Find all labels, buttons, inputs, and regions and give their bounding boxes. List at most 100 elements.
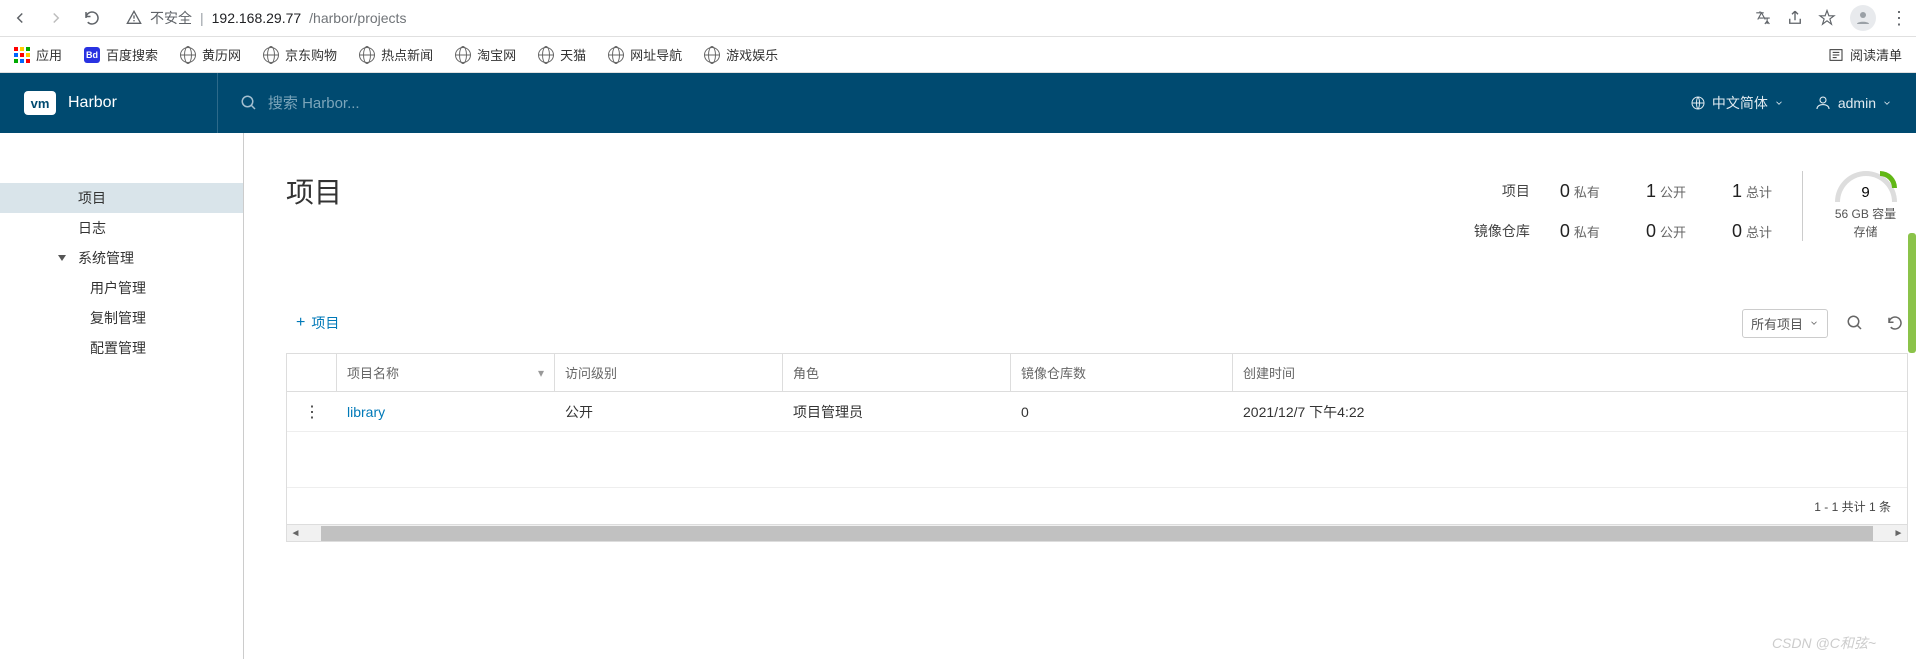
sidebar-item-system-management[interactable]: 系统管理 xyxy=(0,243,243,273)
globe-icon xyxy=(359,47,375,63)
browser-toolbar: 不安全 | 192.168.29.77/harbor/projects ⋮ xyxy=(0,0,1916,37)
sidebar-item-user-management[interactable]: 用户管理 xyxy=(0,273,243,303)
plus-icon: + xyxy=(296,314,305,332)
vmware-logo: vm xyxy=(24,91,56,115)
apps-label: 应用 xyxy=(36,45,62,64)
proj-private-count: 0 xyxy=(1560,181,1570,202)
cell-access: 公开 xyxy=(555,392,783,431)
chevron-down-icon xyxy=(1774,98,1784,108)
globe-icon xyxy=(455,47,471,63)
col-actions xyxy=(287,354,337,391)
user-menu[interactable]: admin xyxy=(1814,94,1892,112)
url-host: 192.168.29.77 xyxy=(212,10,302,26)
bookmark-jd[interactable]: 京东购物 xyxy=(263,45,337,64)
globe-icon xyxy=(180,47,196,63)
global-search[interactable] xyxy=(217,73,568,133)
watermark: CSDN @C和弦~ xyxy=(1772,633,1876,653)
sidebar-item-configuration[interactable]: 配置管理 xyxy=(0,333,243,363)
reading-list-icon xyxy=(1828,47,1844,63)
cell-created: 2021/12/7 下午4:22 xyxy=(1233,392,1907,431)
main-content: 项目 项目 镜像仓库 0私有 0私有 1公开 0公开 1总计 0总计 xyxy=(244,133,1916,659)
chevron-down-icon xyxy=(1809,318,1819,328)
sidebar-item-logs[interactable]: 日志 xyxy=(0,213,243,243)
chevron-down-icon xyxy=(1882,98,1892,108)
forward-button[interactable] xyxy=(44,6,68,30)
kebab-menu-icon[interactable]: ⋮ xyxy=(1890,8,1908,29)
bookmark-star-icon[interactable] xyxy=(1818,9,1836,27)
scroll-right-icon[interactable]: ► xyxy=(1890,525,1907,542)
table-header: 项目名称▾ 访问级别 角色 镜像仓库数 创建时间 xyxy=(287,354,1907,392)
repo-public-count: 0 xyxy=(1646,221,1656,242)
col-created[interactable]: 创建时间 xyxy=(1233,354,1907,391)
bookmark-tmall[interactable]: 天猫 xyxy=(538,45,586,64)
search-icon xyxy=(240,94,258,112)
projects-table: 项目名称▾ 访问级别 角色 镜像仓库数 创建时间 ⋮ library 公开 项目… xyxy=(286,353,1908,525)
refresh-icon-button[interactable] xyxy=(1882,310,1908,336)
bookmark-games[interactable]: 游戏娱乐 xyxy=(704,45,778,64)
globe-icon xyxy=(608,47,624,63)
app-header: vm Harbor 中文简体 admin xyxy=(0,73,1916,133)
stats-row-project-label: 项目 xyxy=(1474,171,1530,211)
scroll-thumb[interactable] xyxy=(1908,233,1916,353)
language-selector[interactable]: 中文简体 xyxy=(1690,93,1784,113)
col-name[interactable]: 项目名称▾ xyxy=(337,354,555,391)
horizontal-scrollbar[interactable]: ◄ ► xyxy=(286,525,1908,542)
bookmark-baidu[interactable]: Bd百度搜索 xyxy=(84,45,158,64)
stats-block: 项目 镜像仓库 0私有 0私有 1公开 0公开 1总计 0总计 9 xyxy=(1474,171,1902,251)
url-path: /harbor/projects xyxy=(309,10,406,26)
baidu-icon: Bd xyxy=(84,47,100,63)
sidebar-item-replication[interactable]: 复制管理 xyxy=(0,303,243,333)
table-footer: 1 - 1 共计 1 条 xyxy=(287,488,1907,524)
insecure-icon xyxy=(126,10,142,26)
proj-public-count: 1 xyxy=(1646,181,1656,202)
user-icon xyxy=(1814,94,1832,112)
table-empty-space xyxy=(287,432,1907,488)
storage-gauge: 9 56 GB 容量存储 xyxy=(1802,171,1902,241)
cell-role: 项目管理员 xyxy=(783,392,1011,431)
globe-icon xyxy=(1690,95,1706,111)
table-row[interactable]: ⋮ library 公开 项目管理员 0 2021/12/7 下午4:22 xyxy=(287,392,1907,432)
reading-list-button[interactable]: 阅读清单 xyxy=(1828,45,1902,64)
address-bar[interactable]: 不安全 | 192.168.29.77/harbor/projects xyxy=(126,8,1742,28)
toolbar: + 项目 所有项目 xyxy=(286,307,1908,339)
new-project-button[interactable]: + 项目 xyxy=(286,307,349,339)
reload-button[interactable] xyxy=(80,6,104,30)
apps-grid-icon xyxy=(14,47,30,63)
col-access[interactable]: 访问级别 xyxy=(555,354,783,391)
filter-icon[interactable]: ▾ xyxy=(538,366,544,380)
insecure-label: 不安全 xyxy=(150,8,192,28)
scroll-thumb[interactable] xyxy=(321,526,1873,541)
translate-icon[interactable] xyxy=(1754,9,1772,27)
gauge-icon xyxy=(1835,171,1897,202)
separator: | xyxy=(200,10,204,26)
bookmark-news[interactable]: 热点新闻 xyxy=(359,45,433,64)
stats-row-repo-label: 镜像仓库 xyxy=(1474,211,1530,251)
sidebar: 项目 日志 系统管理 用户管理 复制管理 配置管理 xyxy=(0,133,244,659)
col-repo-count[interactable]: 镜像仓库数 xyxy=(1011,354,1233,391)
sidebar-item-projects[interactable]: 项目 xyxy=(0,183,243,213)
profile-avatar[interactable] xyxy=(1850,5,1876,31)
browser-right-icons: ⋮ xyxy=(1754,5,1908,31)
share-icon[interactable] xyxy=(1786,9,1804,27)
page-scrollbar[interactable] xyxy=(1908,133,1916,659)
cell-repo-count: 0 xyxy=(1011,392,1233,431)
globe-icon xyxy=(538,47,554,63)
apps-shortcut[interactable]: 应用 xyxy=(14,45,62,64)
bookmark-taobao[interactable]: 淘宝网 xyxy=(455,45,516,64)
row-actions-icon[interactable]: ⋮ xyxy=(304,402,320,422)
search-icon-button[interactable] xyxy=(1842,310,1868,336)
globe-icon xyxy=(263,47,279,63)
bookmark-huangli[interactable]: 黄历网 xyxy=(180,45,241,64)
bookmark-nav[interactable]: 网址导航 xyxy=(608,45,682,64)
col-role[interactable]: 角色 xyxy=(783,354,1011,391)
scroll-left-icon[interactable]: ◄ xyxy=(287,525,304,542)
app-body: 项目 日志 系统管理 用户管理 复制管理 配置管理 项目 项目 镜像仓库 0私有… xyxy=(0,133,1916,659)
globe-icon xyxy=(704,47,720,63)
search-input[interactable] xyxy=(268,95,568,112)
repo-private-count: 0 xyxy=(1560,221,1570,242)
proj-total-count: 1 xyxy=(1732,181,1742,202)
project-filter-dropdown[interactable]: 所有项目 xyxy=(1742,309,1828,338)
repo-total-count: 0 xyxy=(1732,221,1742,242)
project-link[interactable]: library xyxy=(347,404,385,420)
back-button[interactable] xyxy=(8,6,32,30)
